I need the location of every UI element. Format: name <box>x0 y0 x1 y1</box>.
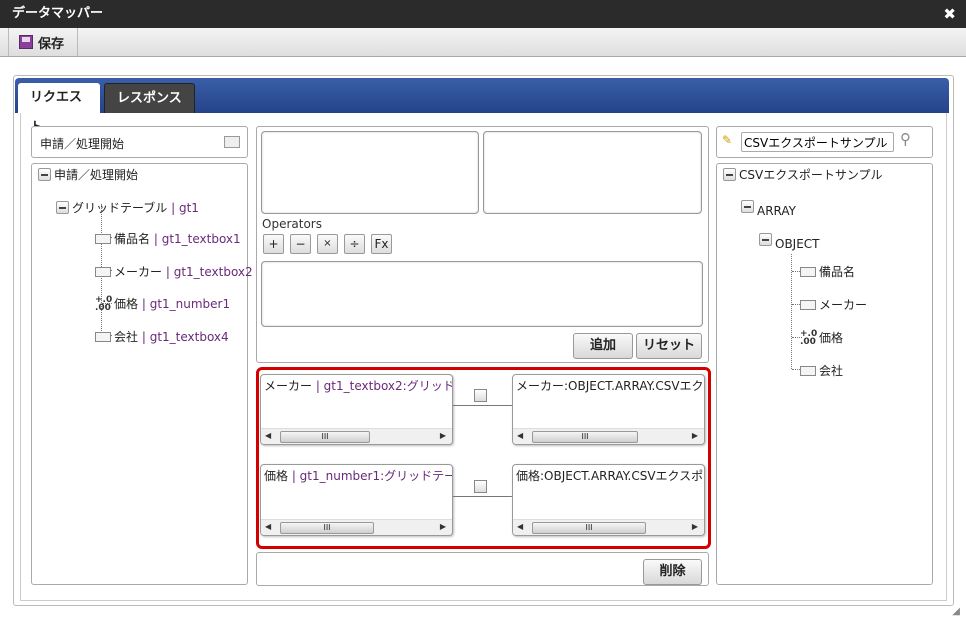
collapse-icon[interactable] <box>759 232 772 246</box>
collapse-icon[interactable] <box>38 168 51 181</box>
text-field-icon <box>800 299 816 310</box>
save-button[interactable]: 保存 <box>8 28 78 56</box>
divide-operator-button[interactable]: ÷ <box>344 234 365 254</box>
text-field-icon <box>800 365 816 376</box>
delete-button[interactable]: 削除 <box>643 559 702 585</box>
target-search-input[interactable] <box>741 132 894 152</box>
horizontal-scrollbar[interactable]: ◀ III ▶ <box>513 428 704 444</box>
plus-operator-button[interactable]: + <box>263 234 284 254</box>
tree-node-field[interactable]: 会社 | gt1_textbox4 <box>114 328 229 345</box>
text-field-icon <box>95 266 111 277</box>
tree-node-field[interactable]: 会社 <box>819 362 843 379</box>
source-tree: 申請／処理開始 グリッドテーブル | gt1 備品名 | gt1_textbox… <box>31 163 253 585</box>
tree-node-root[interactable]: CSVエクスポートサンプル <box>739 166 883 183</box>
reset-button[interactable]: リセット <box>636 333 702 359</box>
collapse-icon[interactable] <box>723 168 736 181</box>
form-list-icon[interactable] <box>224 136 240 148</box>
horizontal-scrollbar[interactable]: ◀ III ▶ <box>261 428 452 444</box>
toolbar: 保存 <box>0 28 966 57</box>
source-form-selector[interactable]: 申請／処理開始 <box>31 126 248 158</box>
tab-bar: リクエスト レスポンス <box>15 78 949 135</box>
mapping-source-box[interactable]: メーカー | gt1_textbox2:グリッドテーブル ◀III▶ <box>260 374 453 445</box>
source-form-label: 申請／処理開始 <box>40 137 125 151</box>
function-operator-button[interactable]: Fx <box>371 234 392 254</box>
tab-request[interactable]: リクエスト <box>18 83 100 135</box>
mapping-target-box[interactable]: メーカー:OBJECT.ARRAY.CSVエクスポートサンプル ◀III▶ <box>512 374 705 445</box>
save-label: 保存 <box>38 36 65 52</box>
target-tree: CSVエクスポートサンプル ARRAY OBJECT 備品名 メーカー +.0.… <box>716 163 933 585</box>
mapping-checkbox[interactable] <box>474 389 487 402</box>
tree-node-object[interactable]: OBJECT <box>775 227 820 251</box>
add-button[interactable]: 追加 <box>573 333 633 359</box>
tree-node-field[interactable]: 価格 | gt1_number1 <box>114 295 230 312</box>
source-expression-box[interactable] <box>261 131 479 214</box>
close-icon[interactable]: ✖ <box>943 0 956 28</box>
delete-bar <box>256 552 709 586</box>
pencil-icon: ✎ <box>722 133 733 147</box>
tree-node-field[interactable]: 備品名 | gt1_textbox1 <box>114 230 241 247</box>
horizontal-scrollbar[interactable]: ◀ III ▶ <box>513 519 704 535</box>
text-field-icon <box>95 331 111 342</box>
collapse-icon[interactable] <box>741 199 754 213</box>
tree-node-field[interactable]: メーカー <box>819 296 867 313</box>
number-field-icon: +.0.00 <box>800 328 818 347</box>
target-expression-box[interactable] <box>483 131 702 214</box>
search-icon[interactable]: ⚲ <box>900 130 911 148</box>
collapse-icon[interactable] <box>56 201 69 214</box>
window-title: データマッパー <box>0 0 966 28</box>
mapping-target-box[interactable]: 価格:OBJECT.ARRAY.CSVエクスポートサンプル ◀III▶ <box>512 464 705 536</box>
tree-node-field[interactable]: 備品名 <box>819 263 855 280</box>
expression-textarea[interactable] <box>261 261 703 327</box>
resize-grip-icon[interactable]: ◢ <box>952 606 960 617</box>
tree-node-field[interactable]: メーカー | gt1_textbox2 <box>114 263 253 280</box>
multiply-operator-button[interactable]: × <box>317 234 338 254</box>
tab-response[interactable]: レスポンス <box>104 83 195 113</box>
number-field-icon: +.0.00 <box>95 294 113 313</box>
target-search-bar: ✎ ⚲ <box>716 126 933 158</box>
text-field-icon <box>95 233 111 244</box>
tree-node-group[interactable]: グリッドテーブル | gt1 <box>72 199 199 216</box>
operators-label: Operators <box>262 217 322 231</box>
mapping-source-box[interactable]: 価格 | gt1_number1:グリッドテーブル ◀III▶ <box>260 464 453 536</box>
tree-node-root[interactable]: 申請／処理開始 <box>54 166 138 183</box>
floppy-disk-icon <box>19 35 33 49</box>
horizontal-scrollbar[interactable]: ◀ III ▶ <box>261 519 452 535</box>
text-field-icon <box>800 266 816 277</box>
mapping-checkbox[interactable] <box>474 480 487 493</box>
tree-node-array[interactable]: ARRAY <box>757 194 796 218</box>
minus-operator-button[interactable]: − <box>290 234 311 254</box>
tree-node-field[interactable]: 価格 <box>819 329 843 346</box>
